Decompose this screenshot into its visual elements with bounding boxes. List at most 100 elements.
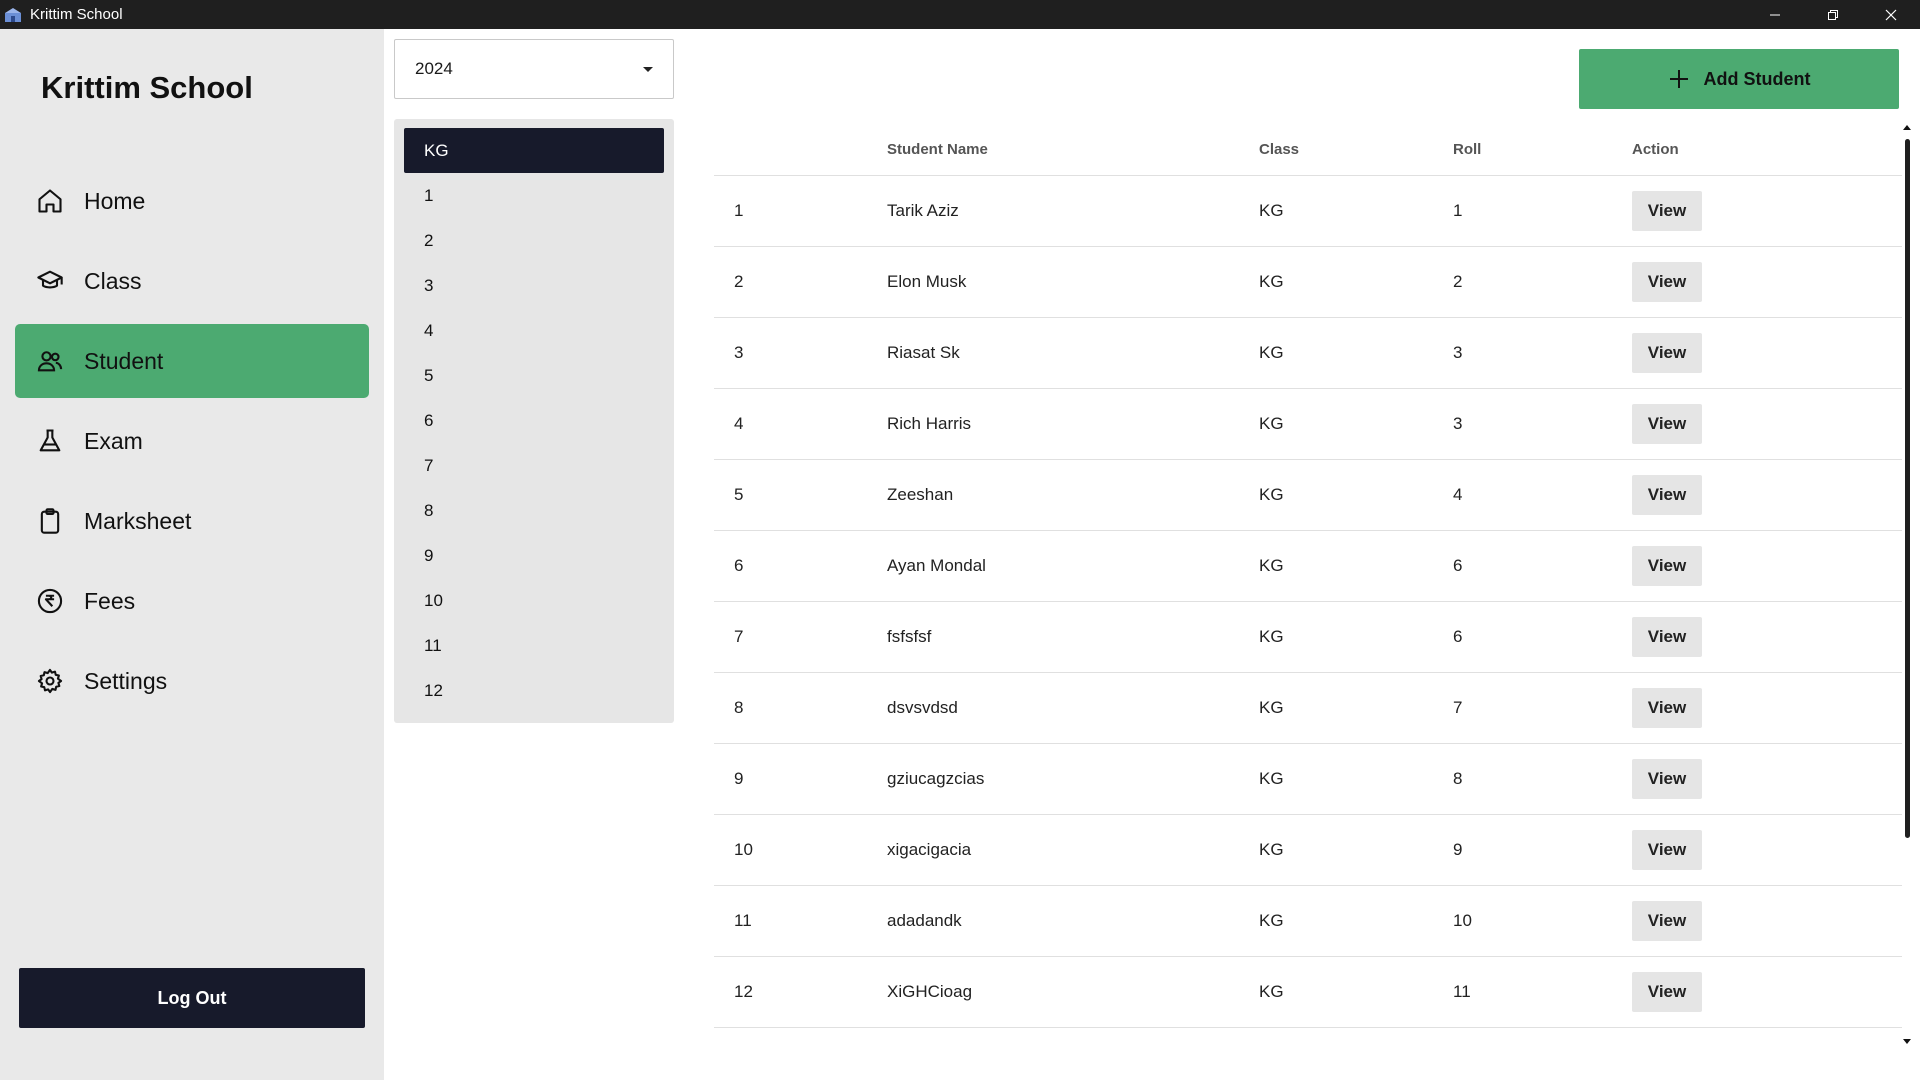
cell-name: adadandk (887, 885, 1259, 957)
view-button[interactable]: View (1632, 616, 1702, 657)
table-row: 9 gziucagzcias KG 8 View (714, 743, 1902, 815)
users-icon (35, 346, 65, 376)
add-student-label: Add Student (1703, 68, 1811, 89)
cell-action: View (1632, 601, 1902, 673)
sidebar-item-marksheet[interactable]: Marksheet (15, 484, 369, 558)
view-button[interactable]: View (1632, 829, 1702, 870)
cell-roll: 1 (1453, 175, 1632, 247)
rupee-icon (35, 586, 65, 616)
flask-icon (35, 426, 65, 456)
class-item-1[interactable]: 1 (404, 173, 664, 218)
sidebar-item-student[interactable]: Student (15, 324, 369, 398)
student-table: Student Name Class Roll Action 1 Tarik A… (714, 125, 1902, 1028)
column-header-class: Class (1259, 125, 1453, 176)
restore-button[interactable] (1804, 0, 1862, 29)
class-item-8[interactable]: 8 (404, 488, 664, 533)
cell-index: 12 (714, 956, 887, 1028)
sidebar-item-class[interactable]: Class (15, 244, 369, 318)
table-row: 5 Zeeshan KG 4 View (714, 459, 1902, 531)
cell-roll: 4 (1453, 459, 1632, 531)
graduation-cap-icon (35, 266, 65, 296)
cell-name: Zeeshan (887, 459, 1259, 531)
cell-roll: 2 (1453, 246, 1632, 318)
add-student-button[interactable]: Add Student (1579, 49, 1899, 109)
cell-action: View (1632, 246, 1902, 318)
column-header-roll: Roll (1453, 125, 1632, 176)
cell-roll: 11 (1453, 956, 1632, 1028)
class-item-9[interactable]: 9 (404, 533, 664, 578)
view-button[interactable]: View (1632, 687, 1702, 728)
year-select[interactable]: 2024 (394, 39, 674, 99)
class-item-6[interactable]: 6 (404, 398, 664, 443)
view-button[interactable]: View (1632, 332, 1702, 373)
logout-button[interactable]: Log Out (19, 968, 365, 1028)
sidebar-item-label: Home (84, 187, 146, 214)
minimize-icon (1770, 14, 1780, 15)
cell-index: 10 (714, 814, 887, 886)
cell-class: KG (1259, 956, 1453, 1028)
view-button[interactable]: View (1632, 403, 1702, 444)
view-button[interactable]: View (1632, 758, 1702, 799)
class-item-7[interactable]: 7 (404, 443, 664, 488)
class-item-5[interactable]: 5 (404, 353, 664, 398)
table-row: 6 Ayan Mondal KG 6 View (714, 530, 1902, 602)
sidebar-item-label: Settings (84, 667, 168, 694)
minimize-button[interactable] (1746, 0, 1804, 29)
cell-action: View (1632, 885, 1902, 957)
cell-name: Elon Musk (887, 246, 1259, 318)
table-row: 3 Riasat Sk KG 3 View (714, 317, 1902, 389)
class-item-11[interactable]: 11 (404, 623, 664, 668)
cell-class: KG (1259, 317, 1453, 389)
cell-index: 4 (714, 388, 887, 460)
cell-name: Rich Harris (887, 388, 1259, 460)
scroll-up-arrow[interactable] (1903, 125, 1911, 130)
cell-roll: 8 (1453, 743, 1632, 815)
clipboard-icon (35, 506, 65, 536)
sidebar-nav: Home Class Student Exam Marksheet Fees S… (15, 164, 369, 724)
sidebar-item-settings[interactable]: Settings (15, 644, 369, 718)
cell-name: Riasat Sk (887, 317, 1259, 389)
cell-action: View (1632, 317, 1902, 389)
scrollbar-thumb[interactable] (1905, 139, 1910, 838)
cell-roll: 3 (1453, 317, 1632, 389)
cell-class: KG (1259, 530, 1453, 602)
view-button[interactable]: View (1632, 900, 1702, 941)
sidebar-item-home[interactable]: Home (15, 164, 369, 238)
sidebar-item-exam[interactable]: Exam (15, 404, 369, 478)
cell-name: Ayan Mondal (887, 530, 1259, 602)
class-item-kg[interactable]: KG (404, 128, 664, 173)
class-item-2[interactable]: 2 (404, 218, 664, 263)
cell-action: View (1632, 956, 1902, 1028)
sidebar-item-label: Marksheet (84, 507, 192, 534)
column-header-index (714, 125, 887, 176)
close-icon (1885, 9, 1897, 20)
class-item-4[interactable]: 4 (404, 308, 664, 353)
cell-action: View (1632, 388, 1902, 460)
sidebar-item-fees[interactable]: Fees (15, 564, 369, 638)
class-list: KG 1 2 3 4 5 6 7 8 9 10 11 12 (394, 119, 674, 723)
table-row: 11 adadandk KG 10 View (714, 885, 1902, 957)
scroll-down-arrow[interactable] (1903, 1039, 1911, 1044)
view-button[interactable]: View (1632, 971, 1702, 1012)
view-button[interactable]: View (1632, 190, 1702, 231)
cell-class: KG (1259, 388, 1453, 460)
class-item-3[interactable]: 3 (404, 263, 664, 308)
class-item-12[interactable]: 12 (404, 668, 664, 713)
view-button[interactable]: View (1632, 474, 1702, 515)
cell-roll: 7 (1453, 672, 1632, 744)
cell-roll: 9 (1453, 814, 1632, 886)
class-item-10[interactable]: 10 (404, 578, 664, 623)
sidebar-item-label: Class (84, 267, 142, 294)
cell-index: 6 (714, 530, 887, 602)
close-button[interactable] (1862, 0, 1920, 29)
view-button[interactable]: View (1632, 261, 1702, 302)
cell-class: KG (1259, 814, 1453, 886)
cell-name: Tarik Aziz (887, 175, 1259, 247)
cell-class: KG (1259, 672, 1453, 744)
view-button[interactable]: View (1632, 545, 1702, 586)
cell-action: View (1632, 814, 1902, 886)
table-row: 12 XiGHCioag KG 11 View (714, 956, 1902, 1028)
cell-index: 7 (714, 601, 887, 673)
cell-class: KG (1259, 885, 1453, 957)
cell-index: 1 (714, 175, 887, 247)
